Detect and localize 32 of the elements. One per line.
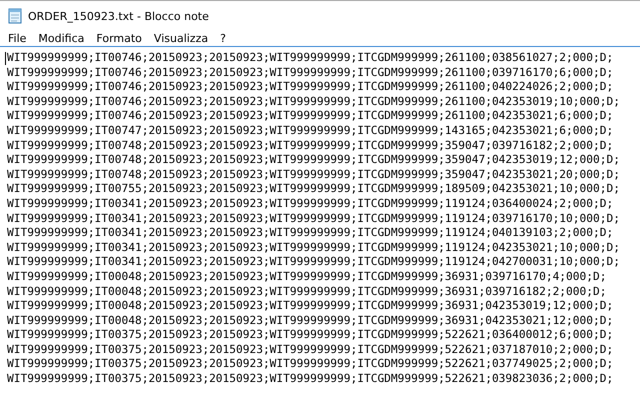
text-line: WIT999999999;IT00748;20150923;20150923;WIT999999999;ITCGDM999999;359047;042353019;12;000;D; (7, 153, 620, 166)
text-line: WIT999999999;IT00747;20150923;20150923;WIT999999999;ITCGDM999999;143165;042353021;6;000;D; (7, 124, 614, 137)
text-line: WIT999999999;IT00375;20150923;20150923;WIT999999999;ITCGDM999999;522621;037749025;2;000;D; (7, 357, 614, 370)
text-line: WIT999999999;IT00746;20150923;20150923;WIT999999999;ITCGDM999999;261100;038561027;2;000;D; (7, 51, 614, 64)
menu-item[interactable]: Modifica (32, 32, 90, 44)
text-line: WIT999999999;IT00746;20150923;20150923;WIT999999999;ITCGDM999999;261100;039716170;6;000;D; (7, 66, 614, 79)
text-line: WIT999999999;IT00375;20150923;20150923;WIT999999999;ITCGDM999999;522621;037187010;2;000;D; (7, 342, 614, 356)
menu-item[interactable]: ? (214, 32, 232, 44)
text-line: WIT999999999;IT00341;20150923;20150923;WIT999999999;ITCGDM999999;119124;042353021;10;000;D; (7, 240, 620, 254)
text-line: WIT999999999;IT00746;20150923;20150923;WIT999999999;ITCGDM999999;261100;042353021;6;000;D; (7, 109, 614, 122)
text-line: WIT999999999;IT00048;20150923;20150923;WIT999999999;ITCGDM999999;36931;039716170;4;000;D; (7, 270, 606, 283)
menu-item[interactable]: File (2, 32, 32, 44)
text-cursor (5, 52, 6, 65)
window-title: ORDER_150923.txt - Blocco note (28, 10, 209, 22)
text-line: WIT999999999;IT00755;20150923;20150923;WIT999999999;ITCGDM999999;189509;042353021;10;000;D; (7, 182, 620, 196)
text-line: WIT999999999;IT00341;20150923;20150923;WIT999999999;ITCGDM999999;119124;036400024;2;000;D; (7, 196, 614, 210)
text-area[interactable] (0, 46, 640, 387)
text-line: WIT999999999;IT00375;20150923;20150923;WIT999999999;ITCGDM999999;522621;036400012;6;000;D; (7, 328, 614, 342)
text-line: WIT999999999;IT00341;20150923;20150923;WIT999999999;ITCGDM999999;119124;040139103;2;000;D; (7, 226, 614, 240)
text-line: WIT999999999;IT00748;20150923;20150923;WIT999999999;ITCGDM999999;359047;039716182;2;000;D; (7, 138, 614, 152)
text-line: WIT999999999;IT00375;20150923;20150923;WIT999999999;ITCGDM999999;522621;039823036;2;000;D; (7, 372, 614, 386)
text-line: WIT999999999;IT00048;20150923;20150923;WIT999999999;ITCGDM999999;36931;042353021;12;000;D; (7, 314, 614, 327)
text-line: WIT999999999;IT00748;20150923;20150923;WIT999999999;ITCGDM999999;359047;042353021;20;000;D; (7, 168, 620, 181)
notepad-icon (8, 8, 22, 24)
text-line: WIT999999999;IT00341;20150923;20150923;WIT999999999;ITCGDM999999;119124;039716170;10;000;D; (7, 212, 620, 225)
text-line: WIT999999999;IT00048;20150923;20150923;WIT999999999;ITCGDM999999;36931;042353019;12;000;D; (7, 299, 614, 312)
text-line: WIT999999999;IT00746;20150923;20150923;WIT999999999;ITCGDM999999;261100;040224026;2;000;D; (7, 80, 614, 94)
menu-item[interactable]: Formato (90, 32, 148, 44)
text-line: WIT999999999;IT00341;20150923;20150923;WIT999999999;ITCGDM999999;119124;042700031;10;000;D; (7, 255, 620, 268)
text-line: WIT999999999;IT00048;20150923;20150923;WIT999999999;ITCGDM999999;36931;039716182;2;000;D; (7, 284, 606, 298)
menu-item[interactable]: Visualizza (148, 32, 214, 44)
text-line: WIT999999999;IT00746;20150923;20150923;WIT999999999;ITCGDM999999;261100;042353019;10;000;D; (7, 94, 620, 108)
